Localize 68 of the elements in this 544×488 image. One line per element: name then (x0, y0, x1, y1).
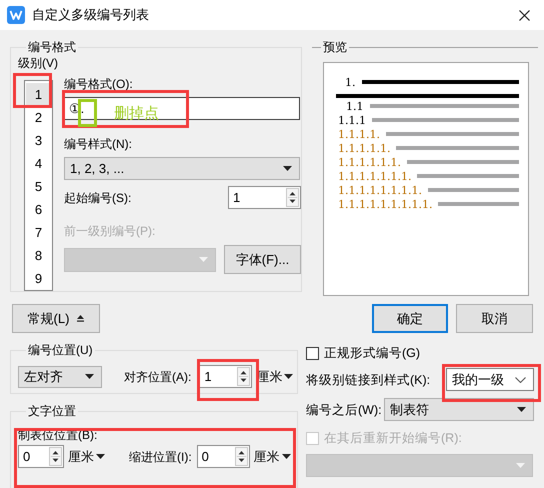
unit-dropdown[interactable]: 厘米 (254, 448, 291, 464)
caret-icon (282, 454, 291, 459)
number-field[interactable]: 0 (18, 445, 64, 468)
caret-icon (517, 407, 526, 412)
level-item[interactable]: 5 (26, 175, 51, 198)
group-title: 编号位置(U) (27, 343, 94, 357)
dropdown[interactable]: 左对齐 (18, 366, 102, 388)
caret-icon (199, 257, 208, 262)
number-field[interactable]: 1 (199, 365, 252, 388)
preview-number: 1.1.1.1.1.1.1.1. (338, 184, 422, 196)
spin-arrows-icon[interactable] (286, 188, 299, 207)
cancel-button[interactable]: 取消 (456, 304, 533, 333)
caret-icon (283, 166, 292, 171)
close-icon[interactable] (519, 10, 530, 20)
field-label: 编号格式(O): (64, 76, 134, 92)
group-title: 预览 (322, 40, 348, 54)
ok-button[interactable]: 确定 (372, 304, 448, 333)
unit-dropdown[interactable]: 厘米 (68, 448, 105, 464)
preview-number: 1.1 (346, 100, 364, 112)
font-button[interactable]: 字体(F)... (224, 245, 301, 274)
spin-arrows-icon[interactable] (237, 367, 250, 386)
spin-arrows-icon[interactable] (234, 447, 248, 466)
checkbox-label: 在其后重新开始编号(R): (324, 430, 462, 446)
general-button[interactable]: 常规(L) (12, 304, 100, 333)
number-field[interactable]: 0 (196, 445, 250, 468)
field-label: 将级别链接到样式(K): (306, 372, 430, 388)
level-item[interactable]: 6 (26, 198, 51, 221)
dropdown[interactable]: 1, 2, 3, ... (64, 157, 300, 180)
field-label: 级别(V) (18, 55, 57, 71)
annotation-text: 删掉点 (114, 104, 159, 123)
preview-number: 1. (345, 76, 356, 88)
level-item[interactable]: 9 (26, 267, 51, 290)
window-title: 自定义多级编号列表 (32, 6, 150, 24)
highlight-frame (13, 73, 52, 108)
checkbox[interactable] (306, 346, 319, 360)
app-logo-icon (7, 6, 25, 24)
collapse-icon (77, 315, 84, 322)
preview-number: 1.1.1.1.1. (338, 142, 390, 154)
field-label: 对齐位置(A): (124, 368, 192, 384)
group-title: 文字位置 (27, 404, 77, 418)
field-label: 缩进位置(I): (129, 448, 192, 464)
preview-number: 1.1.1.1. (338, 128, 380, 140)
preview-number: 1.1.1.1.1.1. (338, 156, 401, 168)
level-item[interactable]: 8 (26, 244, 51, 267)
dropdown[interactable]: 制表符 (384, 398, 534, 421)
level-list[interactable]: 1 2 3 4 5 6 7 8 9 (24, 80, 53, 291)
highlight-frame (197, 359, 259, 401)
level-item[interactable]: 4 (26, 152, 51, 175)
dropdown[interactable]: 我的一级 (446, 368, 534, 391)
number-field[interactable]: 1 (228, 186, 301, 209)
caret-icon (284, 374, 294, 379)
field-label: 起始编号(S): (64, 190, 132, 206)
preview-number: 1.1.1.1.1.1.1.1.1. (338, 198, 432, 210)
preview-number: 1.1.1.1.1.1.1. (338, 170, 412, 182)
field-label: 编号样式(N): (64, 136, 133, 152)
field-label: 前一级别编号(P): (64, 223, 156, 239)
caret-icon (85, 374, 94, 379)
spin-arrows-icon[interactable] (49, 447, 62, 466)
preview-number: 1.1.1 (338, 114, 366, 126)
caret-icon (516, 462, 525, 468)
chevron-down-icon (515, 376, 526, 382)
field-label: 编号之后(W): (306, 402, 382, 418)
level-item[interactable]: 2 (26, 106, 51, 129)
level-item[interactable]: 3 (26, 129, 51, 152)
checkbox-label: 正规形式编号(G) (324, 345, 420, 361)
level-item[interactable]: 7 (26, 221, 51, 244)
group-title: 编号格式 (27, 40, 77, 54)
caret-icon (96, 454, 105, 459)
